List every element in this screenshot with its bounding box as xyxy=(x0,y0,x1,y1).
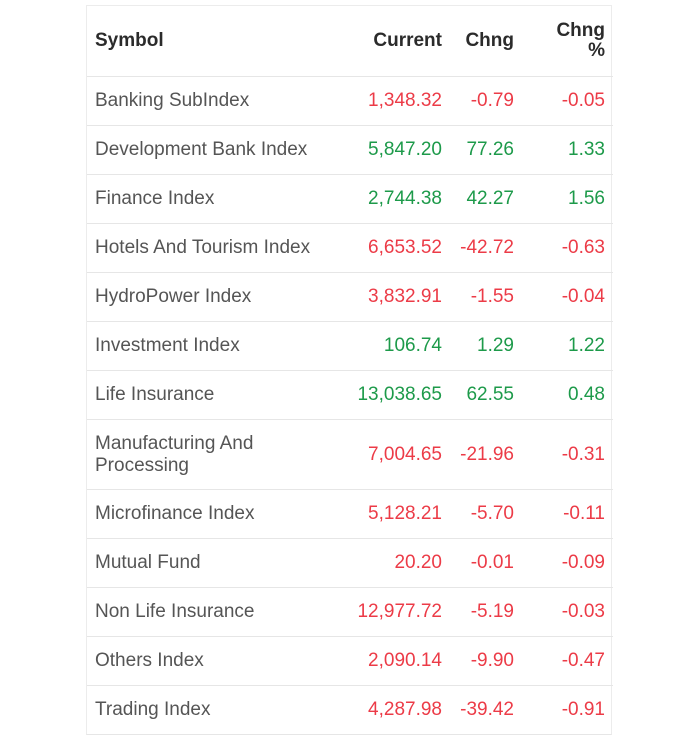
table-row[interactable]: Banking SubIndex 1,348.32 -0.79 -0.05 xyxy=(87,76,613,126)
table-row[interactable]: HydroPower Index 3,832.91 -1.55 -0.04 xyxy=(87,272,613,322)
current-value-cell: 5,847.20 xyxy=(347,125,450,175)
header-change-percent[interactable]: Chng % xyxy=(522,6,613,77)
change-cell: -0.79 xyxy=(450,76,522,126)
change-cell: -21.96 xyxy=(450,419,522,490)
symbol-cell: Life Insurance xyxy=(87,370,347,420)
sector-index-table: Symbol Current Chng Chng % Banking SubIn… xyxy=(86,5,613,735)
change-cell: -1.55 xyxy=(450,272,522,322)
current-value-cell: 6,653.52 xyxy=(347,223,450,273)
change-percent-cell: -0.91 xyxy=(561,699,605,720)
current-value-cell: 106.74 xyxy=(347,321,450,371)
symbol-cell: Investment Index xyxy=(87,321,347,371)
symbol-cell: Banking SubIndex xyxy=(87,76,347,126)
current-value-cell: 12,977.72 xyxy=(347,587,450,637)
table-row[interactable]: Manufacturing And Processing 7,004.65 -21.… xyxy=(87,419,613,490)
change-cell: -5.70 xyxy=(450,489,522,539)
change-cell: 77.26 xyxy=(450,125,522,175)
change-cell: -5.19 xyxy=(450,587,522,637)
change-percent-cell: -0.11 xyxy=(522,489,613,539)
table-row[interactable]: Mutual Fund 20.20 -0.01 -0.09 xyxy=(87,538,613,588)
current-value-cell: 4,287.98 xyxy=(368,699,442,720)
change-cell: 42.27 xyxy=(450,174,522,224)
header-change[interactable]: Chng xyxy=(450,6,522,77)
change-cell: -39.42 xyxy=(460,699,514,720)
header-change-percent-line1: Chng xyxy=(556,20,605,41)
table-row[interactable]: Finance Index 2,744.38 42.27 1.56 xyxy=(87,174,613,224)
table-row[interactable]: Microfinance Index 5,128.21 -5.70 -0.11 xyxy=(87,489,613,539)
table-row[interactable]: Investment Index 106.74 1.29 1.22 xyxy=(87,321,613,371)
current-value-cell: 2,744.38 xyxy=(347,174,450,224)
symbol-cell: Manufacturing And Processing xyxy=(87,419,347,490)
current-value-cell: 20.20 xyxy=(347,538,450,588)
current-value-cell: 3,832.91 xyxy=(347,272,450,322)
change-percent-cell: 0.48 xyxy=(522,370,613,420)
change-percent-cell: -0.04 xyxy=(522,272,613,322)
change-cell: 1.29 xyxy=(450,321,522,371)
change-cell: -42.72 xyxy=(450,223,522,273)
change-percent-cell: -0.03 xyxy=(522,587,613,637)
symbol-cell: Trading Index xyxy=(95,699,211,720)
table-row[interactable]: Hotels And Tourism Index 6,653.52 -42.72 -0… xyxy=(87,223,613,273)
current-value-cell: 13,038.65 xyxy=(347,370,450,420)
symbol-cell: Development Bank Index xyxy=(87,125,347,175)
table-row[interactable]: Non Life Insurance 12,977.72 -5.19 -0.03 xyxy=(87,587,613,637)
change-percent-cell: 1.33 xyxy=(522,125,613,175)
change-percent-cell: -0.09 xyxy=(522,538,613,588)
symbol-cell: Others Index xyxy=(87,636,347,686)
symbol-cell: Mutual Fund xyxy=(87,538,347,588)
change-percent-cell: -0.05 xyxy=(522,76,613,126)
table-row[interactable]: Trading Index 4,287.98 -39.42 -0.91 xyxy=(87,686,613,735)
change-cell: -0.01 xyxy=(450,538,522,588)
change-percent-cell: -0.31 xyxy=(522,419,613,490)
current-value-cell: 1,348.32 xyxy=(347,76,450,126)
change-percent-cell: -0.47 xyxy=(522,636,613,686)
current-value-cell: 2,090.14 xyxy=(347,636,450,686)
table-row[interactable]: Life Insurance 13,038.65 62.55 0.48 xyxy=(87,370,613,420)
change-cell: 62.55 xyxy=(450,370,522,420)
table-row[interactable]: Others Index 2,090.14 -9.90 -0.47 xyxy=(87,636,613,686)
symbol-cell: Non Life Insurance xyxy=(87,587,347,637)
change-cell: -9.90 xyxy=(450,636,522,686)
symbol-cell: Finance Index xyxy=(87,174,347,224)
change-percent-cell: -0.63 xyxy=(522,223,613,273)
header-symbol[interactable]: Symbol xyxy=(87,6,347,77)
symbol-cell: HydroPower Index xyxy=(87,272,347,322)
table-row[interactable]: Development Bank Index 5,847.20 77.26 1.33 xyxy=(87,125,613,175)
header-current[interactable]: Current xyxy=(347,6,450,77)
header-change-percent-line2: % xyxy=(588,40,605,61)
symbol-cell: Hotels And Tourism Index xyxy=(87,223,347,273)
current-value-cell: 5,128.21 xyxy=(347,489,450,539)
change-percent-cell: 1.22 xyxy=(522,321,613,371)
change-percent-cell: 1.56 xyxy=(522,174,613,224)
current-value-cell: 7,004.65 xyxy=(347,419,450,490)
symbol-cell: Microfinance Index xyxy=(87,489,347,539)
table-header-row: Symbol Current Chng Chng % xyxy=(87,6,613,77)
